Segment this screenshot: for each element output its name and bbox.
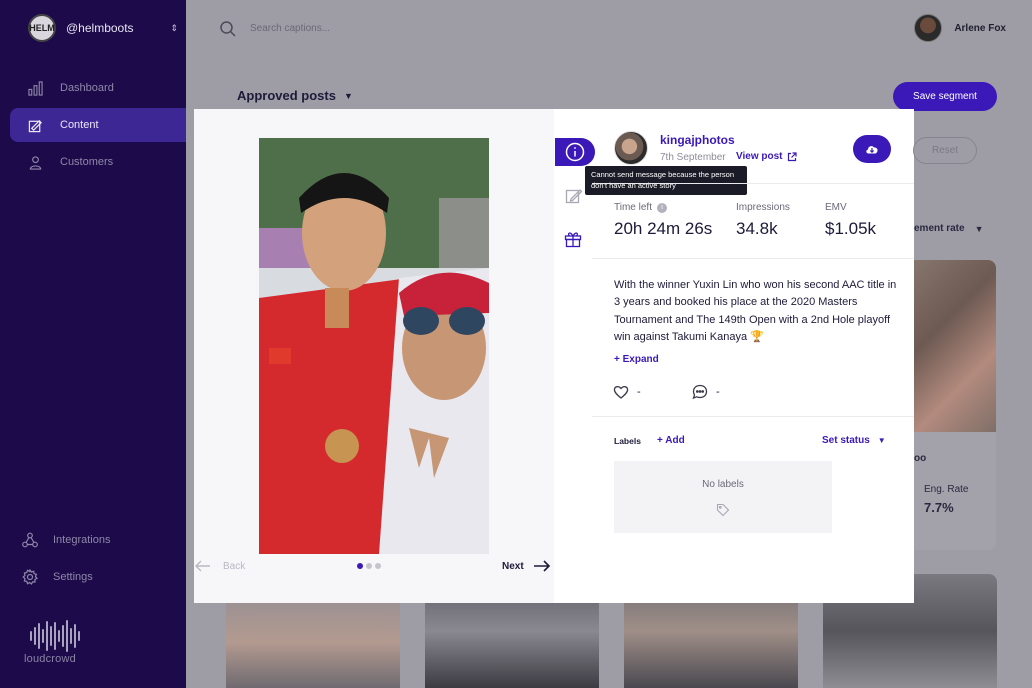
info-tab[interactable]	[555, 138, 595, 166]
tag-icon	[716, 503, 730, 517]
back-label: Back	[223, 560, 246, 572]
comments-count: -	[692, 384, 720, 400]
poster-avatar	[614, 131, 648, 165]
add-label-button[interactable]: + Add	[657, 435, 685, 446]
user-name: Arlene Fox	[954, 22, 1006, 34]
stat-label-text: Time left	[614, 202, 652, 213]
post-image	[259, 138, 489, 554]
next-label: Next	[502, 560, 524, 572]
sidebar-item-label: Content	[60, 119, 99, 131]
set-status-dropdown[interactable]: Set status ▼	[822, 435, 886, 446]
back-button[interactable]: Back	[195, 560, 245, 572]
chart-icon	[28, 80, 43, 96]
tooltip: Cannot send message because the person d…	[585, 166, 747, 195]
soundwave-icon	[30, 620, 104, 652]
account-handle: @helmboots	[66, 21, 134, 35]
stat-value-impressions: 34.8k	[736, 219, 778, 238]
sort-label: ement rate	[914, 223, 965, 234]
post-photo	[259, 138, 489, 554]
carousel-dot[interactable]	[375, 563, 381, 569]
post-caption: With the winner Yuxin Lin who won his se…	[614, 279, 897, 344]
heart-icon	[613, 386, 629, 399]
sidebar-item-integrations[interactable]: Integrations	[22, 532, 110, 548]
post-thumbnail	[900, 260, 996, 432]
sidebar-item-dashboard[interactable]: Dashboard	[10, 71, 186, 105]
labels-title: Labels	[614, 436, 641, 446]
arrow-right-icon	[533, 560, 550, 572]
download-button[interactable]	[853, 135, 891, 163]
arrow-left-icon	[195, 560, 210, 572]
chevron-down-icon: ▼	[974, 223, 984, 234]
brand-logo: loudcrowd	[24, 620, 104, 666]
sort-dropdown[interactable]: ement rate ▼	[914, 223, 984, 234]
info-icon	[565, 142, 585, 162]
view-post-link[interactable]: View post	[736, 151, 797, 162]
chevron-down-icon: ▼	[877, 436, 886, 445]
cloud-download-icon	[866, 146, 878, 154]
sidebar-item-content[interactable]: Content	[10, 108, 186, 142]
sidebar: HELM @helmboots ⇕ Dashboard Content Cust…	[0, 0, 186, 688]
chevron-updown-icon: ⇕	[170, 22, 178, 33]
carousel-dot[interactable]	[366, 563, 372, 569]
search-input[interactable]	[250, 16, 550, 40]
save-segment-button[interactable]: Save segment	[893, 82, 997, 111]
eng-rate-value: 7.7%	[924, 500, 954, 515]
stat-value-time-left: 20h 24m 26s	[614, 219, 713, 238]
account-switcher[interactable]: HELM @helmboots ⇕	[28, 14, 178, 42]
account-logo: HELM	[28, 14, 56, 42]
carousel-dot[interactable]	[357, 563, 363, 569]
divider	[592, 183, 914, 184]
integrations-icon	[22, 532, 38, 548]
divider	[592, 258, 914, 259]
sidebar-item-label: Integrations	[53, 534, 111, 546]
stat-label-time-left: Time left i	[614, 202, 667, 213]
content-icon	[28, 119, 42, 132]
search-icon[interactable]	[219, 20, 237, 38]
stat-label-emv: EMV	[825, 202, 847, 213]
gear-icon	[22, 569, 38, 585]
likes-count: -	[613, 384, 641, 400]
avatar	[914, 14, 943, 42]
labels-empty-state: No labels	[614, 461, 832, 533]
poster-username[interactable]: kingajphotos	[660, 133, 735, 147]
divider	[592, 416, 914, 417]
brand-name: loudcrowd	[24, 653, 76, 665]
gift-icon[interactable]	[564, 230, 582, 248]
view-post-label: View post	[736, 151, 783, 162]
page-title-text: Approved posts	[237, 88, 336, 103]
comment-icon	[692, 384, 708, 400]
info-icon[interactable]: i	[656, 202, 667, 213]
next-button[interactable]: Next	[502, 559, 551, 573]
likes-value: -	[637, 386, 641, 398]
external-link-icon	[787, 151, 797, 161]
sidebar-item-label: Customers	[60, 156, 114, 168]
user-menu[interactable]: Arlene Fox	[914, 14, 1006, 42]
page-title[interactable]: Approved posts ▼	[237, 88, 353, 103]
user-icon	[29, 155, 42, 170]
eng-rate-label: Eng. Rate	[924, 484, 969, 495]
card-handle-partial: oo	[914, 453, 927, 464]
post-date: 7th September	[660, 152, 726, 163]
edit-icon[interactable]	[565, 187, 583, 205]
set-status-label: Set status	[822, 435, 870, 446]
reset-button[interactable]: Reset	[913, 137, 977, 164]
expand-button[interactable]: + Expand	[614, 354, 659, 365]
stat-value-emv: $1.05k	[825, 219, 877, 238]
comments-value: -	[716, 386, 720, 398]
no-labels-text: No labels	[702, 479, 744, 490]
sidebar-item-label: Dashboard	[60, 82, 114, 94]
carousel-dots[interactable]	[357, 563, 381, 569]
sidebar-item-customers[interactable]: Customers	[10, 145, 186, 179]
chevron-down-icon: ▼	[343, 90, 353, 101]
stat-label-impressions: Impressions	[736, 202, 790, 213]
sidebar-item-label: Settings	[53, 571, 93, 583]
sidebar-item-settings[interactable]: Settings	[22, 569, 93, 585]
